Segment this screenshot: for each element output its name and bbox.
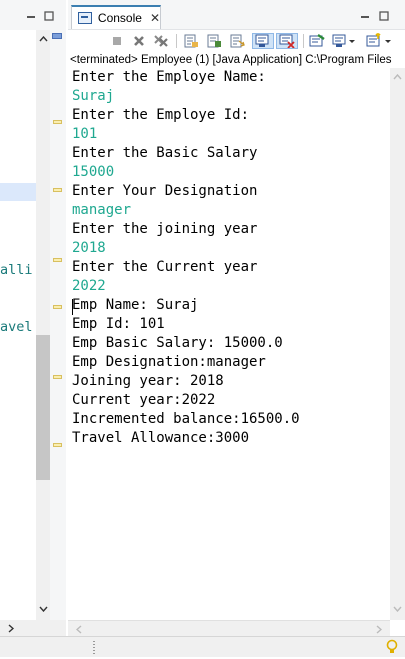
code-fragment: alli	[0, 262, 33, 278]
editor-text-area[interactable]: alli avel	[0, 30, 36, 620]
ruler-marker-icon	[52, 33, 62, 39]
editor-horizontal-scrollbar[interactable]	[0, 620, 66, 636]
occurrence-marker[interactable]	[53, 258, 62, 262]
scroll-up-icon[interactable]	[390, 70, 404, 84]
scroll-up-icon[interactable]	[36, 32, 50, 46]
console-tabbar: Console ✕	[68, 0, 405, 30]
console-line: 15000	[72, 164, 115, 180]
remove-all-terminated-icon[interactable]	[152, 33, 170, 49]
console-line: Enter the Employe Name:	[72, 69, 266, 85]
occurrence-marker[interactable]	[53, 120, 62, 124]
lightbulb-icon[interactable]	[386, 639, 398, 659]
overview-ruler[interactable]	[50, 30, 66, 620]
console-line: Incremented balance:16500.0	[72, 411, 300, 427]
console-line: manager	[72, 202, 132, 218]
scroll-left-icon[interactable]	[72, 622, 86, 636]
remove-launch-icon[interactable]	[131, 33, 147, 49]
console-line: Emp Name: Suraj	[72, 297, 199, 313]
console-line: 2018	[72, 240, 106, 256]
code-fragment: avel	[0, 319, 33, 335]
console-view: Console ✕ <terminated> Employee (1) [Jav…	[68, 0, 405, 636]
scroll-down-icon[interactable]	[390, 602, 404, 616]
console-line: Travel Allowance:3000	[72, 430, 250, 446]
console-line: Suraj	[72, 88, 115, 104]
scroll-lock-icon[interactable]	[205, 33, 223, 49]
maximize-icon[interactable]	[42, 9, 56, 23]
console-line: Current year:2022	[72, 392, 216, 408]
console-line: Emp Designation:manager	[72, 354, 266, 370]
console-line: Enter Your Designation	[72, 183, 258, 199]
editor-tabbar	[0, 0, 66, 30]
occurrence-marker[interactable]	[53, 305, 62, 309]
console-line: 101	[72, 126, 98, 142]
console-line: Emp Id: 101	[72, 316, 165, 332]
toolbar-separator	[176, 34, 177, 48]
tab-console-label: Console	[97, 11, 142, 25]
display-console-icon[interactable]	[331, 33, 357, 49]
close-icon[interactable]: ✕	[150, 11, 160, 25]
console-toolbar	[68, 30, 405, 52]
console-line: Joining year: 2018	[72, 373, 224, 389]
console-line: Enter the joining year	[72, 221, 258, 237]
occurrence-marker[interactable]	[53, 375, 62, 379]
console-line: Enter the Employe Id:	[72, 107, 250, 123]
console-vertical-scrollbar[interactable]	[390, 68, 405, 620]
console-line: 2022	[72, 278, 106, 294]
console-output[interactable]: Enter the Employe Name: Suraj Enter the …	[72, 68, 388, 620]
scroll-right-icon[interactable]	[372, 622, 386, 636]
editor-vertical-scrollbar[interactable]	[36, 30, 50, 620]
occurrence-marker[interactable]	[53, 188, 62, 192]
minimize-icon[interactable]	[24, 9, 38, 23]
status-bar-grip[interactable]	[93, 641, 95, 654]
tab-console[interactable]: Console ✕	[71, 5, 161, 29]
toolbar-separator	[303, 34, 304, 48]
process-label: <terminated> Employee (1) [Java Applicat…	[70, 54, 392, 66]
open-console-icon[interactable]	[365, 33, 393, 49]
console-line: Enter the Current year	[72, 259, 258, 275]
stop-icon[interactable]	[109, 33, 125, 49]
pin-console-icon[interactable]	[308, 33, 326, 49]
console-line: Enter the Basic Salary	[72, 145, 258, 161]
status-bar	[0, 636, 405, 657]
show-on-stderr-icon[interactable]	[276, 33, 298, 49]
clear-console-icon[interactable]	[182, 33, 200, 49]
editor-panel: alli avel	[0, 0, 66, 636]
word-wrap-icon[interactable]	[228, 33, 246, 49]
show-on-stdout-icon[interactable]	[252, 33, 274, 49]
scroll-down-icon[interactable]	[36, 602, 50, 616]
occurrence-marker[interactable]	[53, 443, 62, 447]
console-icon	[78, 12, 92, 24]
current-line-highlight	[0, 183, 36, 201]
maximize-icon[interactable]	[377, 9, 391, 23]
minimize-icon[interactable]	[358, 9, 372, 23]
text-caret	[72, 299, 73, 315]
console-horizontal-scrollbar[interactable]	[68, 620, 390, 636]
scrollbar-thumb[interactable]	[36, 335, 50, 480]
scroll-right-icon[interactable]	[4, 621, 18, 635]
console-line: Emp Basic Salary: 15000.0	[72, 335, 283, 351]
